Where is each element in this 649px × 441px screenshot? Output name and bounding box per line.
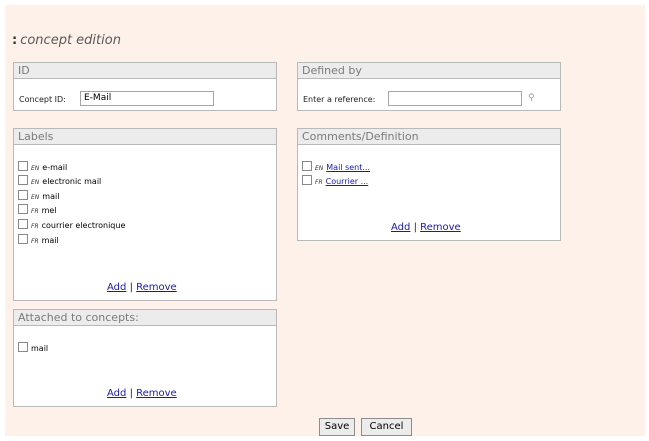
action-separator: |	[129, 282, 133, 293]
label-text: mail	[41, 236, 59, 245]
search-icon[interactable]: ⚲	[528, 93, 535, 103]
id-panel: ID Concept ID: E-Mail	[13, 62, 277, 111]
defined-by-panel: Defined by Enter a reference: ⚲	[297, 62, 561, 111]
page-body: : concept edition ID Concept ID: E-Mail D…	[5, 5, 645, 436]
page-title: : concept edition	[12, 33, 121, 48]
language-code: FR	[31, 223, 39, 230]
list-item: FR mel	[18, 204, 57, 216]
list-item: EN mail	[18, 190, 59, 202]
language-code: EN	[31, 165, 40, 172]
add-comment-link[interactable]: Add	[391, 222, 410, 233]
label-checkbox[interactable]	[18, 161, 28, 171]
labels-panel: Labels EN e-mail EN electronic mail EN mail…	[13, 128, 277, 301]
list-item: FR mail	[18, 234, 59, 246]
label-checkbox[interactable]	[18, 190, 28, 200]
label-text: courrier electronique	[41, 221, 126, 230]
labels-panel-header: Labels	[14, 129, 276, 145]
list-item: EN e-mail	[18, 161, 67, 173]
label-checkbox[interactable]	[18, 219, 28, 229]
language-code: FR	[31, 208, 39, 215]
concept-id-label: Concept ID:	[19, 95, 66, 104]
action-separator: |	[129, 388, 133, 399]
list-item: FR courrier electronique	[18, 219, 125, 231]
defined-by-panel-header: Defined by	[298, 63, 560, 79]
list-item: FR Courrier ...	[302, 175, 368, 187]
label-checkbox[interactable]	[18, 204, 28, 214]
id-panel-header: ID	[14, 63, 276, 79]
label-text: mel	[41, 206, 57, 215]
concept-id-input[interactable]: E-Mail	[80, 91, 214, 106]
list-item: mail	[18, 342, 48, 354]
label-text: electronic mail	[42, 177, 102, 186]
reference-label: Enter a reference:	[303, 95, 376, 104]
language-code: EN	[31, 194, 40, 201]
label-text: e-mail	[42, 163, 68, 172]
language-code: FR	[315, 179, 323, 186]
reference-input[interactable]	[388, 91, 522, 106]
label-checkbox[interactable]	[18, 234, 28, 244]
labels-actions: Add | Remove	[107, 282, 177, 293]
comments-panel-header: Comments/Definition	[298, 129, 560, 145]
remove-comment-link[interactable]: Remove	[420, 222, 461, 233]
add-label-link[interactable]: Add	[107, 282, 126, 293]
language-code: EN	[315, 165, 324, 172]
list-item: EN electronic mail	[18, 175, 101, 187]
concept-text: mail	[31, 344, 49, 353]
attached-concepts-panel: Attached to concepts: mail Add | Remove	[13, 309, 277, 407]
attached-actions: Add | Remove	[107, 388, 177, 399]
language-code: EN	[31, 179, 40, 186]
title-text: concept edition	[20, 33, 121, 48]
cancel-button[interactable]: Cancel	[361, 418, 412, 436]
remove-concept-link[interactable]: Remove	[136, 388, 177, 399]
comment-checkbox[interactable]	[302, 175, 312, 185]
label-checkbox[interactable]	[18, 175, 28, 185]
attached-concepts-header: Attached to concepts:	[14, 310, 276, 326]
comments-panel: Comments/Definition EN Mail sent... FR Cou…	[297, 128, 561, 241]
title-prefix: :	[12, 33, 18, 48]
save-button[interactable]: Save	[319, 418, 355, 436]
concept-checkbox[interactable]	[18, 342, 28, 352]
language-code: FR	[31, 238, 39, 245]
comment-link[interactable]: Courrier ...	[326, 177, 369, 186]
action-separator: |	[413, 222, 417, 233]
list-item: EN Mail sent...	[302, 161, 370, 173]
label-text: mail	[42, 192, 60, 201]
comment-checkbox[interactable]	[302, 161, 312, 171]
add-concept-link[interactable]: Add	[107, 388, 126, 399]
comments-actions: Add | Remove	[391, 222, 461, 233]
remove-label-link[interactable]: Remove	[136, 282, 177, 293]
comment-link[interactable]: Mail sent...	[326, 163, 370, 172]
